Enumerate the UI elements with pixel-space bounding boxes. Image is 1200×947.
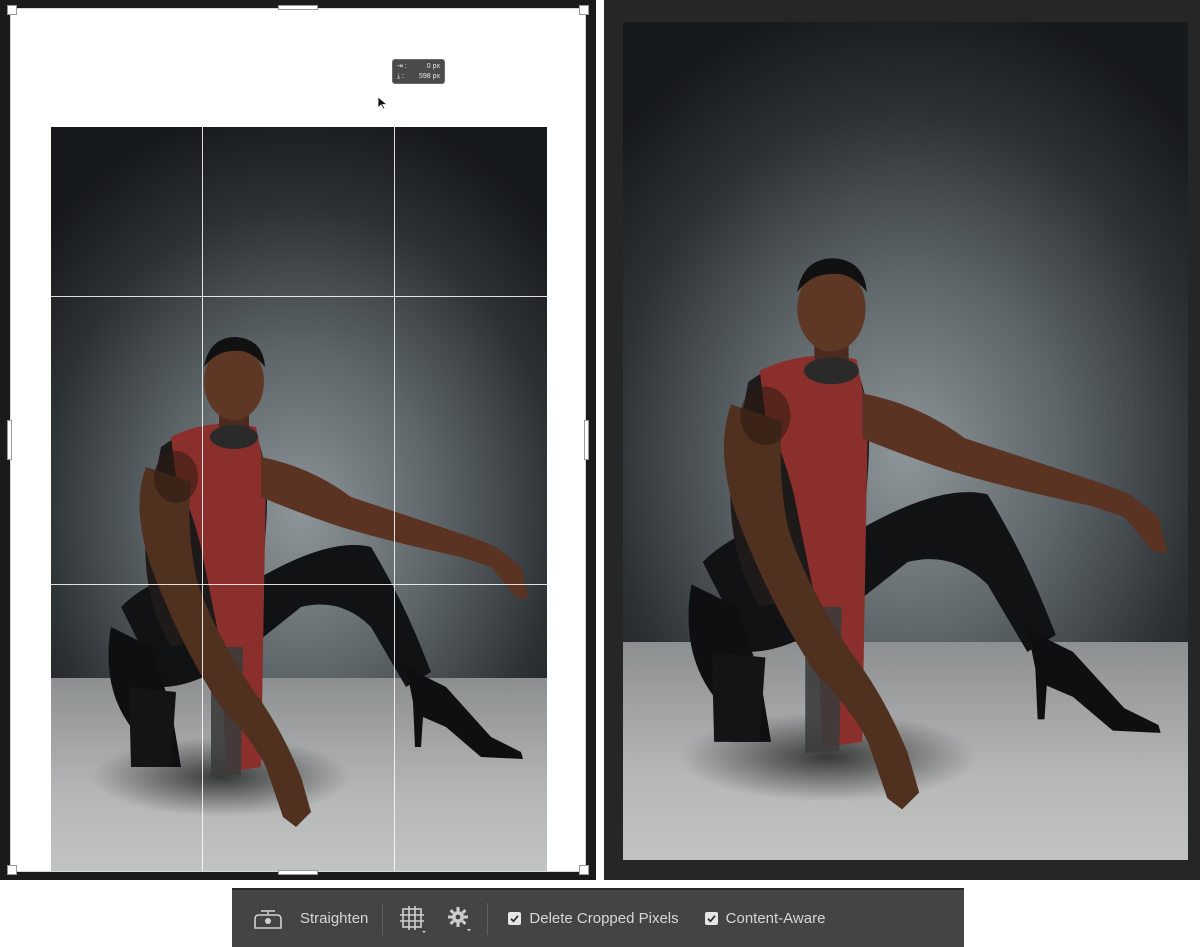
crop-settings-button[interactable] <box>433 890 487 947</box>
checkmark-icon <box>707 915 716 923</box>
checkmark-icon <box>510 915 520 923</box>
crop-handle-bottom-right[interactable] <box>579 865 589 875</box>
content-aware-checkbox[interactable] <box>704 912 718 925</box>
crop-handle-right[interactable] <box>584 420 589 460</box>
height-label: ⤓ : <box>397 73 404 80</box>
arrow-cursor-icon <box>377 96 389 110</box>
crop-canvas[interactable] <box>7 5 589 875</box>
crop-options-bar: Straighten Delete Cropped Pixels Content… <box>232 888 964 947</box>
level-icon <box>254 909 282 929</box>
straighten-button[interactable]: Straighten <box>232 890 368 947</box>
model-figure <box>108 337 529 827</box>
grid-line-vertical-1 <box>202 8 203 872</box>
delete-cropped-pixels-option[interactable]: Delete Cropped Pixels <box>498 890 688 947</box>
gear-icon <box>448 906 472 931</box>
grid-overlay-icon <box>400 905 427 933</box>
toolbar-divider <box>382 902 384 935</box>
crop-handle-bottom-left[interactable] <box>7 865 17 875</box>
grid-line-horizontal-1 <box>10 296 586 297</box>
crop-result-panel <box>604 0 1200 880</box>
crop-handle-top-left[interactable] <box>7 5 17 15</box>
photo-before-crop <box>51 127 547 872</box>
crop-handle-top[interactable] <box>278 5 318 10</box>
crop-dimension-tooltip: ⇥ : 0 px ⤓ : 598 px <box>392 59 445 84</box>
straighten-label: Straighten <box>300 910 369 927</box>
crop-workspace-panel: ⇥ : 0 px ⤓ : 598 px <box>0 0 596 880</box>
width-label: ⇥ : <box>397 63 407 70</box>
delete-cropped-pixels-checkbox[interactable] <box>508 912 522 925</box>
photo-after-crop <box>623 22 1188 860</box>
crop-handle-left[interactable] <box>7 420 12 460</box>
overlay-options-button[interactable] <box>393 890 433 947</box>
content-aware-label: Content-Aware <box>725 910 826 927</box>
height-value: 598 px <box>418 73 440 80</box>
width-value: 0 px <box>426 63 440 70</box>
model-figure <box>688 258 1168 810</box>
delete-cropped-pixels-label: Delete Cropped Pixels <box>529 910 679 927</box>
toolbar-divider <box>487 902 489 935</box>
content-aware-option[interactable]: Content-Aware <box>689 890 842 947</box>
crop-handle-bottom[interactable] <box>278 870 318 875</box>
grid-line-vertical-2 <box>394 8 395 872</box>
grid-line-horizontal-2 <box>10 584 586 585</box>
crop-handle-top-right[interactable] <box>579 5 589 15</box>
